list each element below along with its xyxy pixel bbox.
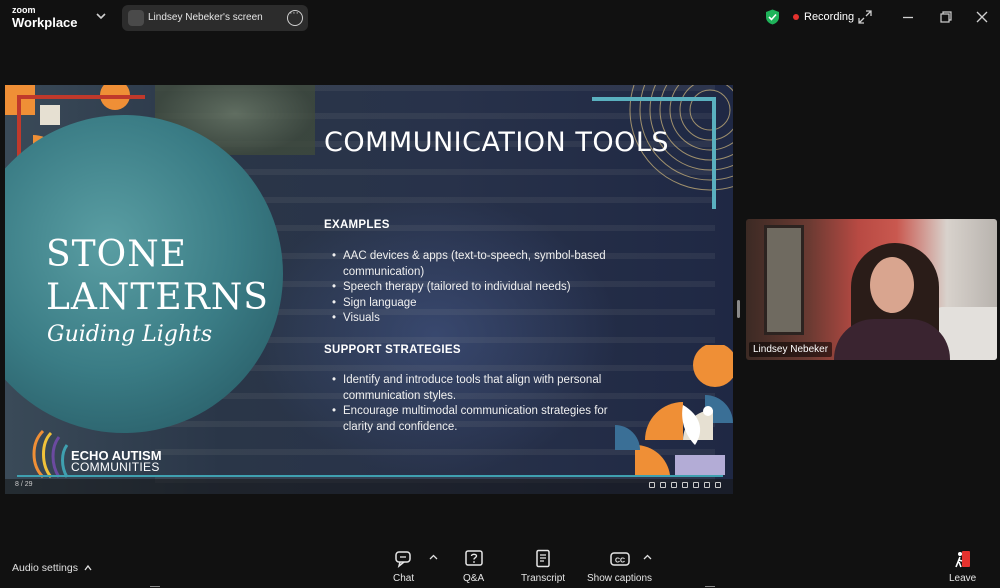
side-title-line-1: STONE bbox=[46, 234, 187, 275]
participant-face bbox=[870, 257, 914, 313]
participant-name-label: Lindsey Nebeker bbox=[749, 342, 833, 357]
slide-progress-bar bbox=[17, 475, 723, 477]
grid-icon[interactable] bbox=[682, 482, 688, 488]
chat-options-chevron-icon[interactable] bbox=[429, 553, 438, 562]
chat-label: Chat bbox=[393, 573, 415, 584]
more-options-icon[interactable] bbox=[287, 7, 303, 26]
slide-page-indicator[interactable]: 8 / 29 bbox=[15, 481, 33, 488]
audio-settings-button[interactable]: Audio settings bbox=[12, 562, 92, 574]
video-background-window bbox=[764, 225, 804, 335]
list-item: Sign language bbox=[332, 296, 632, 312]
list-item: AAC devices & apps (text-to-speech, symb… bbox=[332, 249, 632, 280]
list-item: Encourage multimodal communication strat… bbox=[332, 404, 632, 435]
expand-icon[interactable] bbox=[857, 9, 873, 25]
section-heading-examples: EXAMPLES bbox=[324, 219, 390, 231]
settings-small-icon[interactable] bbox=[693, 482, 699, 488]
share-avatar-icon bbox=[128, 10, 144, 26]
slide-title: COMMUNICATION TOOLS bbox=[324, 127, 670, 158]
fullscreen-icon[interactable] bbox=[715, 482, 721, 488]
list-item: Speech therapy (tailored to individual n… bbox=[332, 280, 632, 296]
meeting-toolbar: Audio settings Chat Q&A Transcript CC Sh… bbox=[0, 541, 1000, 588]
shield-check-icon[interactable] bbox=[765, 9, 780, 25]
recording-label: Recording bbox=[804, 11, 855, 23]
slide-control-bar: 8 / 29 bbox=[5, 479, 733, 494]
bottom-right-shapes-decoration bbox=[615, 345, 733, 475]
captions-options-chevron-icon[interactable] bbox=[643, 553, 652, 562]
brand-large: Workplace bbox=[12, 15, 78, 30]
logo-line-2: COMMUNITIES bbox=[71, 460, 160, 474]
leave-button[interactable]: Leave bbox=[949, 549, 976, 584]
participant-body bbox=[834, 319, 950, 360]
slide-side-title: STONE LANTERNS bbox=[46, 233, 269, 319]
bottom-edge-mark bbox=[150, 586, 160, 587]
audio-settings-label: Audio settings bbox=[12, 562, 78, 574]
transcript-icon bbox=[536, 549, 550, 568]
show-captions-label: Show captions bbox=[587, 573, 653, 584]
minimize-icon[interactable] bbox=[900, 9, 916, 25]
svg-text:CC: CC bbox=[614, 558, 624, 565]
chevron-down-icon[interactable] bbox=[95, 10, 107, 22]
chat-button[interactable]: Chat bbox=[393, 549, 414, 584]
transcript-button[interactable]: Transcript bbox=[521, 549, 565, 584]
support-strategies-list: Identify and introduce tools that align … bbox=[332, 373, 632, 435]
leave-label: Leave bbox=[949, 573, 977, 584]
chevron-up-icon bbox=[84, 564, 92, 571]
captions-icon: CC bbox=[609, 552, 630, 566]
qa-label: Q&A bbox=[463, 573, 485, 584]
app-brand: zoom Workplace bbox=[12, 5, 78, 30]
section-heading-support: SUPPORT STRATEGIES bbox=[324, 344, 461, 356]
leave-icon bbox=[954, 551, 970, 568]
side-title-line-2: LANTERNS bbox=[46, 277, 269, 318]
recording-indicator[interactable]: Recording bbox=[793, 11, 854, 23]
title-bar: zoom Workplace Lindsey Nebeker's screen … bbox=[0, 0, 1000, 36]
recording-dot-icon bbox=[793, 14, 799, 20]
more-small-icon[interactable] bbox=[704, 482, 710, 488]
close-icon[interactable] bbox=[974, 9, 990, 25]
list-item: Visuals bbox=[332, 311, 632, 327]
transcript-label: Transcript bbox=[521, 573, 566, 584]
chat-icon bbox=[394, 551, 411, 568]
qa-icon bbox=[464, 550, 483, 566]
restore-icon[interactable] bbox=[938, 9, 954, 25]
zoom-icon[interactable] bbox=[649, 482, 655, 488]
participant-video-tile[interactable]: Lindsey Nebeker bbox=[746, 219, 997, 360]
slide-tools bbox=[649, 482, 721, 488]
split-divider-handle[interactable] bbox=[737, 300, 740, 318]
brand-small: zoom bbox=[12, 5, 36, 15]
share-label: Lindsey Nebeker's screen bbox=[148, 12, 263, 23]
captions-small-icon[interactable] bbox=[671, 482, 677, 488]
screen-share-indicator[interactable]: Lindsey Nebeker's screen bbox=[122, 5, 308, 31]
qa-button[interactable]: Q&A bbox=[463, 549, 484, 584]
side-subtitle: Guiding Lights bbox=[47, 322, 213, 347]
list-item: Identify and introduce tools that align … bbox=[332, 373, 632, 404]
bottom-edge-mark bbox=[705, 586, 715, 587]
pointer-icon[interactable] bbox=[660, 482, 666, 488]
examples-list: AAC devices & apps (text-to-speech, symb… bbox=[332, 249, 632, 327]
shared-slide: STONE LANTERNS Guiding Lights COMMUNICAT… bbox=[5, 85, 733, 494]
